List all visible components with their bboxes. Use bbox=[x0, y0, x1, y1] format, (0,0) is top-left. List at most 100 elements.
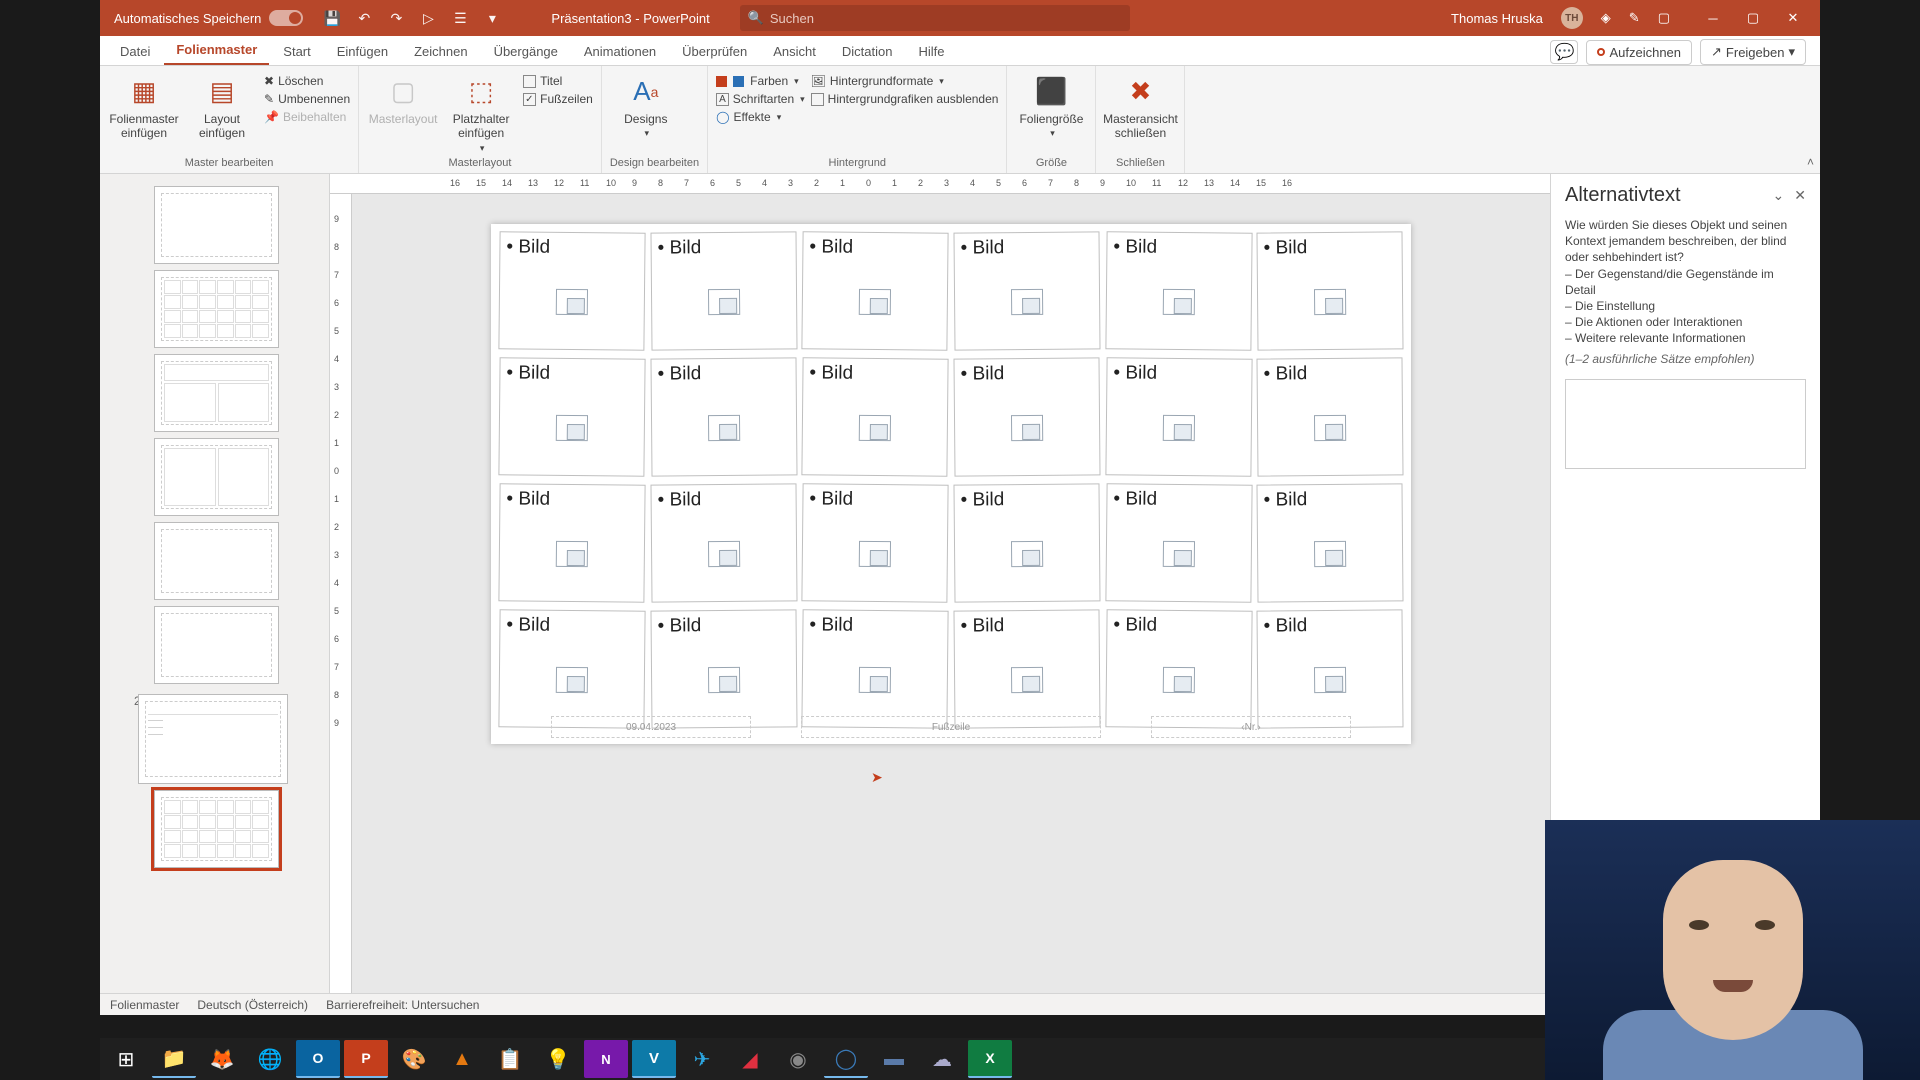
title-checkbox[interactable]: Titel bbox=[523, 74, 593, 88]
undo-icon[interactable]: ↶ bbox=[355, 9, 373, 27]
app-icon[interactable]: 🎨 bbox=[392, 1040, 436, 1078]
image-placeholder[interactable]: Bild bbox=[1257, 609, 1404, 728]
slide-size-button[interactable]: ⬛Foliengröße▾ bbox=[1015, 70, 1087, 139]
image-placeholder[interactable]: Bild bbox=[498, 357, 645, 477]
hide-background-checkbox[interactable]: Hintergrundgrafiken ausblenden bbox=[811, 92, 999, 106]
telegram-icon[interactable]: ✈ bbox=[680, 1040, 724, 1078]
powerpoint-icon[interactable]: P bbox=[344, 1040, 388, 1078]
date-placeholder[interactable]: 09.04.2023 bbox=[551, 716, 751, 738]
pane-close-icon[interactable]: ✕ bbox=[1794, 187, 1806, 204]
app-icon[interactable]: V bbox=[632, 1040, 676, 1078]
layout-thumbnail[interactable] bbox=[154, 270, 279, 348]
footer-placeholder[interactable]: Fußzeile bbox=[801, 716, 1101, 738]
layout-thumbnail[interactable] bbox=[154, 606, 279, 684]
image-placeholder[interactable]: Bild bbox=[802, 483, 949, 603]
image-placeholder[interactable]: Bild bbox=[954, 357, 1101, 476]
delete-button[interactable]: ✖ Löschen bbox=[264, 74, 350, 88]
insert-layout-button[interactable]: ▤Layout einfügen bbox=[186, 70, 258, 141]
image-placeholder[interactable]: Bild bbox=[650, 609, 797, 728]
status-view[interactable]: Folienmaster bbox=[110, 998, 179, 1012]
slide-canvas[interactable]: BildBildBildBildBildBild BildBildBildBil… bbox=[491, 224, 1411, 744]
obs-icon[interactable]: ◉ bbox=[776, 1040, 820, 1078]
maximize-button[interactable]: ▢ bbox=[1734, 3, 1772, 33]
tab-hilfe[interactable]: Hilfe bbox=[906, 38, 956, 65]
image-placeholder[interactable]: Bild bbox=[1257, 231, 1404, 350]
app-icon[interactable]: 📋 bbox=[488, 1040, 532, 1078]
tab-ansicht[interactable]: Ansicht bbox=[761, 38, 828, 65]
tab-datei[interactable]: Datei bbox=[108, 38, 162, 65]
tab-zeichnen[interactable]: Zeichnen bbox=[402, 38, 479, 65]
image-placeholder[interactable]: Bild bbox=[802, 609, 949, 729]
effects-button[interactable]: ◯ Effekte▾ bbox=[716, 110, 805, 124]
layout-thumbnail[interactable] bbox=[154, 186, 279, 264]
close-button[interactable]: ✕ bbox=[1774, 3, 1812, 33]
app-icon[interactable]: 💡 bbox=[536, 1040, 580, 1078]
image-placeholder[interactable]: Bild bbox=[1105, 609, 1252, 729]
preserve-button[interactable]: 📌 Beibehalten bbox=[264, 110, 350, 124]
insert-slide-master-button[interactable]: ▦Folienmaster einfügen bbox=[108, 70, 180, 141]
image-placeholder[interactable]: Bild bbox=[498, 483, 645, 603]
image-placeholder[interactable]: Bild bbox=[1257, 357, 1404, 476]
background-formats-button[interactable]: 🖼 Hintergrundformate▾ bbox=[811, 74, 999, 88]
alt-text-input[interactable] bbox=[1565, 379, 1806, 469]
from-beginning-icon[interactable]: ▷ bbox=[419, 9, 437, 27]
tab-dictation[interactable]: Dictation bbox=[830, 38, 905, 65]
minimize-button[interactable]: ─ bbox=[1694, 3, 1732, 33]
comments-button[interactable]: 💬 bbox=[1550, 40, 1578, 64]
record-button[interactable]: Aufzeichnen bbox=[1586, 40, 1692, 65]
close-master-button[interactable]: ✖Masteransicht schließen bbox=[1104, 70, 1176, 141]
image-placeholder[interactable]: Bild bbox=[1105, 231, 1252, 351]
explorer-icon[interactable]: 📁 bbox=[152, 1040, 196, 1078]
image-placeholder[interactable]: Bild bbox=[650, 483, 797, 602]
pen-icon[interactable]: ✎ bbox=[1629, 10, 1640, 26]
image-placeholder[interactable]: Bild bbox=[650, 231, 797, 350]
status-language[interactable]: Deutsch (Österreich) bbox=[197, 998, 308, 1012]
tab-ueberpruefen[interactable]: Überprüfen bbox=[670, 38, 759, 65]
layout-thumbnail[interactable] bbox=[154, 522, 279, 600]
qat-more-icon[interactable]: ▾ bbox=[483, 9, 501, 27]
vlc-icon[interactable]: ▲ bbox=[440, 1040, 484, 1078]
tab-folienmaster[interactable]: Folienmaster bbox=[164, 36, 269, 65]
window-icon[interactable]: ▢ bbox=[1658, 10, 1670, 26]
slide-viewport[interactable]: BildBildBildBildBildBild BildBildBildBil… bbox=[352, 194, 1550, 993]
image-placeholder[interactable]: Bild bbox=[954, 483, 1101, 602]
tab-start[interactable]: Start bbox=[271, 38, 322, 65]
rename-button[interactable]: ✎ Umbenennen bbox=[264, 92, 350, 106]
user-name[interactable]: Thomas Hruska bbox=[1451, 11, 1543, 26]
colors-button[interactable]: Farben▾ bbox=[716, 74, 805, 88]
app-icon[interactable]: ☁ bbox=[920, 1040, 964, 1078]
excel-icon[interactable]: X bbox=[968, 1040, 1012, 1078]
image-placeholder[interactable]: Bild bbox=[1105, 357, 1252, 477]
image-placeholder[interactable]: Bild bbox=[802, 231, 949, 351]
search-input[interactable]: 🔍 Suchen bbox=[740, 5, 1130, 31]
status-accessibility[interactable]: Barrierefreiheit: Untersuchen bbox=[326, 998, 479, 1012]
master-thumbnail[interactable]: ————————— bbox=[138, 694, 288, 784]
image-placeholder[interactable]: Bild bbox=[1257, 483, 1404, 602]
chevron-down-icon[interactable]: ⌄ bbox=[1773, 187, 1785, 204]
app-icon[interactable]: ▬ bbox=[872, 1040, 916, 1078]
save-icon[interactable]: 💾 bbox=[323, 9, 341, 27]
image-placeholder[interactable]: Bild bbox=[650, 357, 797, 476]
toggle-switch[interactable] bbox=[269, 10, 303, 26]
autosave-toggle[interactable]: Automatisches Speichern bbox=[104, 10, 313, 26]
share-button[interactable]: ↗ Freigeben ▾ bbox=[1700, 39, 1806, 65]
redo-icon[interactable]: ↷ bbox=[387, 9, 405, 27]
image-placeholder[interactable]: Bild bbox=[954, 609, 1101, 728]
fonts-button[interactable]: A Schriftarten▾ bbox=[716, 92, 805, 106]
layout-thumbnail[interactable] bbox=[154, 354, 279, 432]
firefox-icon[interactable]: 🦊 bbox=[200, 1040, 244, 1078]
layout-thumbnail-selected[interactable] bbox=[154, 790, 279, 868]
number-placeholder[interactable]: ‹Nr.› bbox=[1151, 716, 1351, 738]
image-placeholder[interactable]: Bild bbox=[498, 231, 645, 351]
app-icon[interactable]: ◯ bbox=[824, 1040, 868, 1078]
app-icon[interactable]: ◢ bbox=[728, 1040, 772, 1078]
image-placeholder[interactable]: Bild bbox=[1105, 483, 1252, 603]
tab-uebergaenge[interactable]: Übergänge bbox=[482, 38, 570, 65]
onenote-icon[interactable]: N bbox=[584, 1040, 628, 1078]
image-placeholder[interactable]: Bild bbox=[802, 357, 949, 477]
insert-placeholder-button[interactable]: ⬚Platzhalter einfügen▾ bbox=[445, 70, 517, 154]
collapse-ribbon-button[interactable]: ˄ bbox=[1807, 155, 1814, 169]
touch-mode-icon[interactable]: ☰ bbox=[451, 9, 469, 27]
start-button[interactable]: ⊞ bbox=[104, 1040, 148, 1078]
user-avatar[interactable]: TH bbox=[1561, 7, 1583, 29]
